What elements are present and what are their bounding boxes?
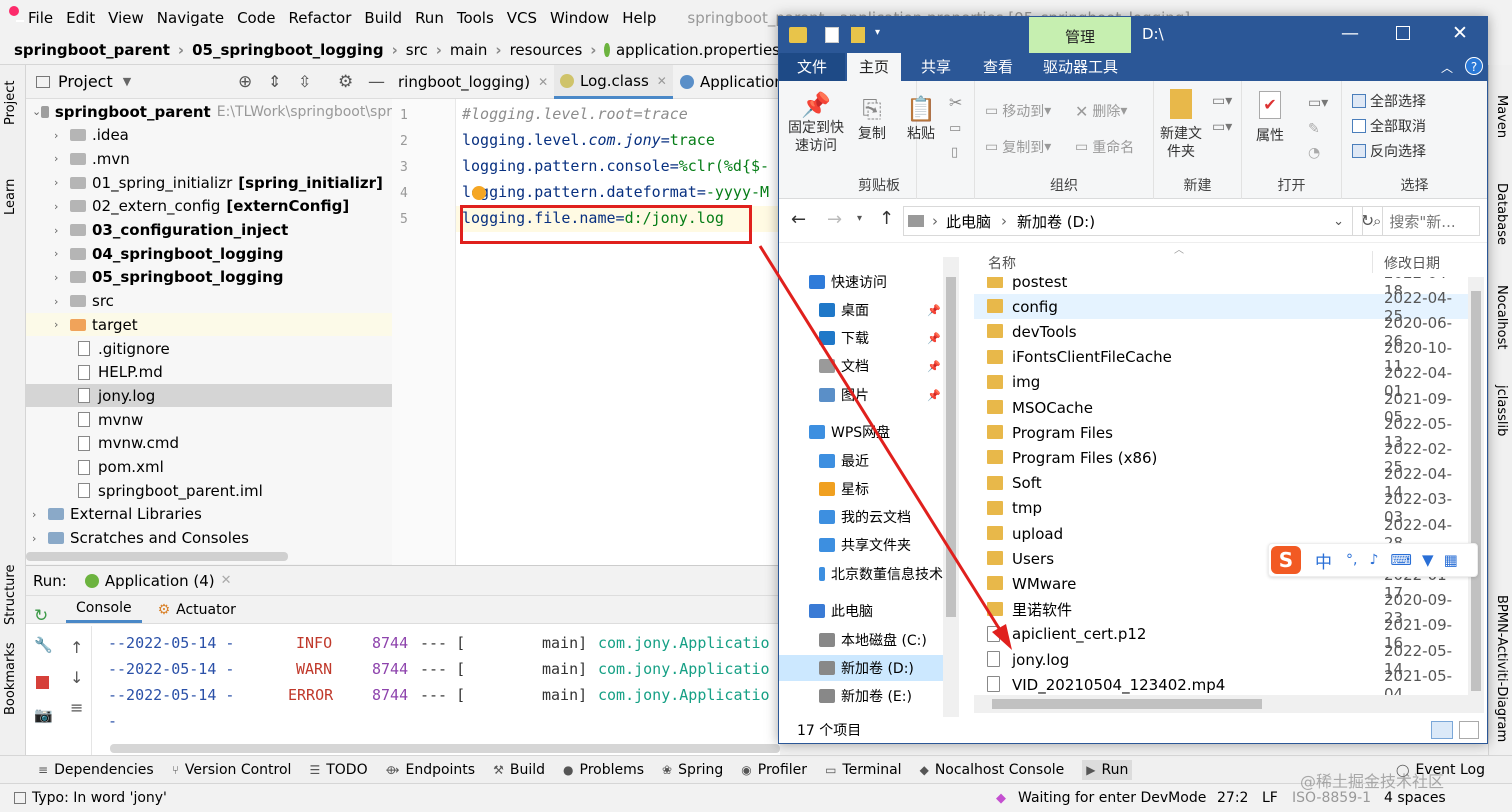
annotation-arrow — [758, 245, 1012, 650]
ime-keyboard-icon[interactable]: ⌨ — [1390, 551, 1412, 569]
sogou-logo-icon[interactable]: S — [1271, 546, 1301, 574]
ime-language[interactable]: 中 — [1315, 548, 1332, 573]
ime-punctuation-icon[interactable]: °, — [1346, 552, 1357, 568]
ime-toolbar: S 中 °, ♪ ⌨ ▼ ▦ — [1268, 543, 1478, 577]
ime-toolbox-icon[interactable]: ▦ — [1444, 551, 1458, 569]
ime-voice-icon[interactable]: ♪ — [1369, 552, 1378, 568]
ime-skin-icon[interactable]: ▼ — [1422, 551, 1434, 569]
